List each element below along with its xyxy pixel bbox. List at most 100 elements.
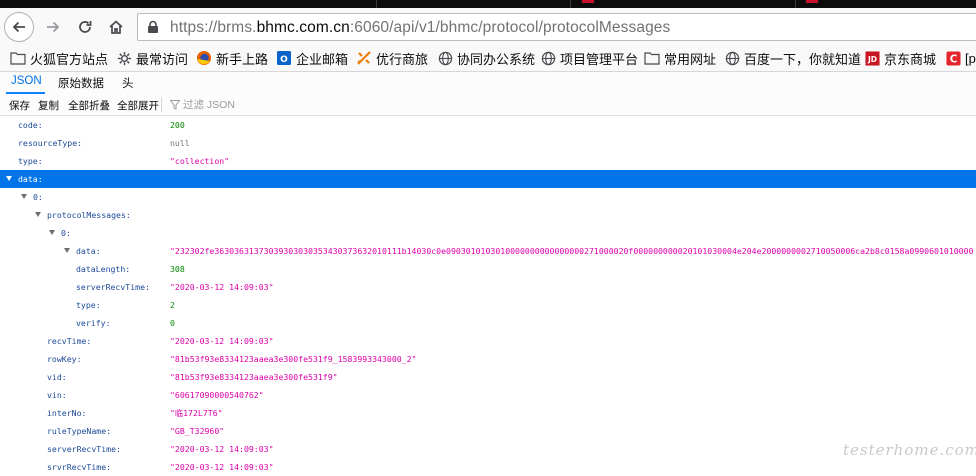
json-value: null: [170, 138, 190, 148]
filter-json-input[interactable]: 过滤 JSON: [170, 97, 235, 112]
json-row[interactable]: type: "collection": [0, 152, 976, 170]
json-value: "collection": [170, 156, 230, 166]
home-icon: [109, 20, 123, 34]
json-value: 2: [170, 300, 175, 310]
lock-icon[interactable]: [146, 20, 160, 34]
json-row[interactable]: srvrRecvTime: "2020-03-12 14:09:03": [0, 458, 976, 476]
collapse-all-button[interactable]: 全部折叠: [68, 98, 110, 113]
json-row[interactable]: dataLength: 308: [0, 260, 976, 278]
bookmark-item[interactable]: O 企业邮箱: [276, 49, 348, 67]
json-row[interactable]: rowKey: "81b53f93e8334123aaea3e300fe531f…: [0, 350, 976, 368]
json-row[interactable]: serverRecvTime: "2020-03-12 14:09:03": [0, 278, 976, 296]
bookmark-item[interactable]: 项目管理平台: [540, 49, 638, 67]
svg-text:O: O: [280, 55, 288, 65]
gear-icon: [116, 50, 132, 66]
json-row[interactable]: code: 200: [0, 116, 976, 134]
json-key: resourceType:: [18, 138, 83, 148]
json-row-selected[interactable]: data:: [0, 170, 976, 188]
arrow-left-icon: [12, 21, 25, 33]
url-text[interactable]: https://brms.bhmc.com.cn:6060/api/v1/bhm…: [170, 19, 670, 37]
bookmark-item[interactable]: 最常访问: [116, 49, 188, 67]
plane-icon: [356, 50, 372, 66]
json-key: rowKey:: [47, 354, 82, 364]
tab-divider: [795, 0, 796, 8]
json-key: verify:: [76, 318, 111, 328]
json-row[interactable]: 0:: [0, 188, 976, 206]
expand-toggle-icon[interactable]: [64, 248, 70, 253]
bookmark-item[interactable]: 优行商旅: [356, 49, 428, 67]
c-icon: C: [945, 50, 961, 66]
json-value: "GB_T32960": [170, 426, 225, 436]
url-domain: bhmc.com.cn: [256, 19, 350, 36]
json-row[interactable]: ruleTypeName: "GB_T32960": [0, 422, 976, 440]
json-value: 0: [170, 318, 175, 328]
tab-headers[interactable]: 头: [122, 75, 134, 91]
back-button[interactable]: [4, 12, 34, 42]
reload-button[interactable]: [70, 12, 100, 42]
tab-raw-data[interactable]: 原始数据: [58, 75, 104, 91]
bookmark-item[interactable]: C [p: [945, 49, 976, 67]
json-value: 308: [170, 264, 185, 274]
bookmark-label: 百度一下，你就知道: [744, 51, 862, 67]
expand-all-button[interactable]: 全部展开: [117, 98, 159, 113]
svg-text:C: C: [949, 53, 957, 65]
bookmark-label: 火狐官方站点: [30, 51, 109, 67]
json-key: srvrRecvTime:: [47, 462, 112, 472]
json-row[interactable]: interNo: "临172L7T6": [0, 404, 976, 422]
json-value: "2020-03-12 14:09:03": [170, 336, 274, 346]
json-row[interactable]: verify: 0: [0, 314, 976, 332]
json-row[interactable]: vid: "81b53f93e8334123aaea3e300fe531f9": [0, 368, 976, 386]
json-key: code:: [18, 120, 43, 130]
json-row[interactable]: protocolMessages:: [0, 206, 976, 224]
json-value: "81b53f93e8334123aaea3e300fe531f9": [170, 372, 338, 382]
json-row[interactable]: recvTime: "2020-03-12 14:09:03": [0, 332, 976, 350]
tab-json[interactable]: JSON: [11, 75, 42, 87]
json-key: 0:: [61, 228, 71, 238]
bookmark-label: 协同办公系统: [457, 51, 536, 67]
json-viewer-tabs: JSON 原始数据 头: [0, 72, 976, 95]
globe-icon: [437, 50, 453, 66]
bookmarks-toolbar: 火狐官方站点 最常访问 新手上路 O 企业邮箱 优行商旅 协同办公系统 项目管理…: [0, 46, 976, 72]
json-value: "临172L7T6": [170, 408, 223, 418]
bookmark-item[interactable]: JD 京东商城: [864, 49, 936, 67]
json-row[interactable]: resourceType: null: [0, 134, 976, 152]
copy-button[interactable]: 复制: [38, 98, 59, 113]
watermark: testerhome.com: [843, 441, 976, 459]
forward-button[interactable]: [38, 12, 68, 42]
json-value: "232302fe3630363137303930303035343037363…: [170, 246, 974, 256]
expand-toggle-icon[interactable]: [49, 230, 55, 235]
expand-toggle-icon[interactable]: [6, 176, 12, 181]
json-row[interactable]: serverRecvTime: "2020-03-12 14:09:03": [0, 440, 976, 458]
json-key: data:: [76, 246, 101, 256]
bookmark-label: 优行商旅: [376, 51, 429, 67]
bookmark-item[interactable]: 火狐官方站点: [10, 49, 108, 67]
json-row[interactable]: data: "232302fe3630363137303930303035343…: [0, 242, 976, 260]
bookmark-item[interactable]: 协同办公系统: [437, 49, 535, 67]
tab-divider: [376, 0, 377, 8]
address-bar[interactable]: https://brms.bhmc.com.cn:6060/api/v1/bhm…: [137, 13, 976, 41]
tab-favicon[interactable]: [806, 0, 818, 3]
bookmark-label: 企业邮箱: [296, 51, 349, 67]
tab-strip: [0, 0, 976, 8]
bookmark-item[interactable]: 百度一下，你就知道: [724, 49, 861, 67]
bookmark-item[interactable]: 新手上路: [196, 49, 268, 67]
globe-icon: [724, 50, 740, 66]
bookmark-label: 常用网址: [664, 51, 717, 67]
json-row[interactable]: 0:: [0, 224, 976, 242]
bookmark-item[interactable]: 常用网址: [644, 49, 716, 67]
json-toolbar: 保存 复制 全部折叠 全部展开 过滤 JSON: [0, 94, 976, 116]
json-key: vin:: [47, 390, 67, 400]
jd-icon: JD: [864, 50, 880, 66]
filter-icon: [170, 99, 180, 110]
json-key: recvTime:: [47, 336, 92, 346]
expand-toggle-icon[interactable]: [21, 194, 27, 199]
save-button[interactable]: 保存: [9, 98, 30, 113]
home-button[interactable]: [101, 12, 131, 42]
expand-toggle-icon[interactable]: [35, 212, 41, 217]
json-key: protocolMessages:: [47, 210, 131, 220]
bookmark-label: 项目管理平台: [560, 51, 639, 67]
json-row[interactable]: type: 2: [0, 296, 976, 314]
tab-favicon[interactable]: [582, 0, 594, 3]
json-key: serverRecvTime:: [47, 444, 121, 454]
json-row[interactable]: vin: "60617090000540762": [0, 386, 976, 404]
